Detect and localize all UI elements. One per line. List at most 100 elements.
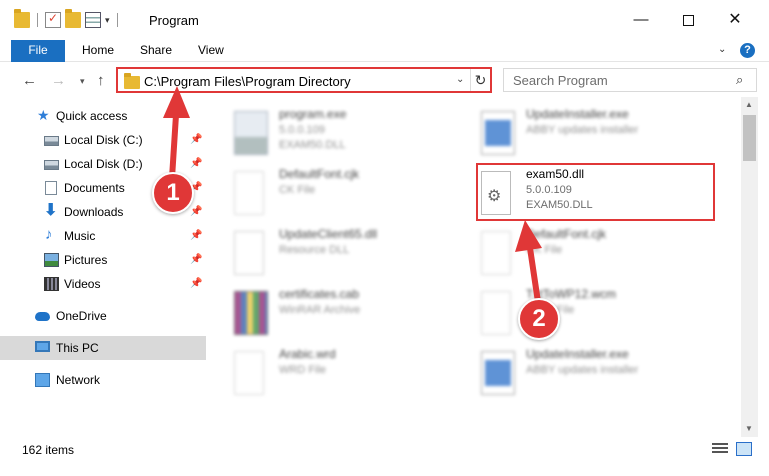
sidebar-item-pictures[interactable]: Pictures 📌 [0, 248, 206, 272]
drive-icon [44, 136, 59, 146]
sidebar-item-label: Videos [64, 277, 101, 291]
sidebar-item-network[interactable]: Network [0, 368, 206, 392]
back-button[interactable]: ← [22, 72, 37, 89]
star-icon: ★ [37, 107, 50, 123]
computer-icon [35, 341, 50, 352]
file-version: 5.0.0.109 [526, 184, 572, 196]
help-icon[interactable]: ? [740, 43, 755, 58]
search-input[interactable]: Search Program ⌕ [503, 68, 757, 92]
file-detail: EXAM50.DLL [279, 139, 346, 151]
sidebar-item-label: Quick access [56, 109, 128, 123]
new-folder-icon[interactable] [65, 9, 81, 28]
file-detail: WinRAR Archive [279, 304, 361, 316]
sidebar-item-music[interactable]: ♪ Music 📌 [0, 224, 206, 248]
sidebar-item-local-disk-c[interactable]: Local Disk (C:) 📌 [0, 128, 206, 152]
file-item[interactable]: UpdateInstaller.exe ABBY updates install… [481, 347, 721, 407]
scroll-thumb[interactable] [743, 115, 756, 161]
network-icon [35, 373, 50, 387]
sidebar-item-quick-access[interactable]: ★ Quick access [0, 104, 206, 128]
sidebar-item-label: Documents [64, 181, 125, 195]
large-icons-view-icon[interactable] [736, 442, 752, 456]
file-item[interactable]: UpdateClient65.dll Resource DLL [234, 227, 474, 287]
blank-file-icon [234, 171, 264, 215]
folder-icon [124, 73, 140, 89]
address-bar[interactable]: C:\Program Files\Program Directory ⌄ ↻ [116, 67, 492, 93]
sidebar-item-videos[interactable]: Videos 📌 [0, 272, 206, 296]
file-item[interactable]: program.exe 5.0.0.109 EXAM50.DLL [234, 107, 474, 167]
search-icon[interactable]: ⌕ [736, 72, 743, 88]
sidebar-item-label: Network [56, 373, 101, 387]
folder-icon[interactable] [14, 9, 30, 28]
divider [37, 13, 38, 27]
file-item-exam50-dll[interactable]: ⚙ exam50.dll 5.0.0.109 EXAM50.DLL [481, 167, 721, 227]
file-item[interactable]: DefaultFont.cjk CK File [234, 167, 474, 227]
window-app-icon [481, 351, 515, 395]
step-2-badge: 2 [518, 298, 560, 340]
expand-ribbon-icon[interactable]: ⌄ [718, 44, 726, 55]
file-name: UpdateInstaller.exe [526, 107, 629, 121]
drive-icon [44, 160, 59, 170]
sidebar-item-this-pc[interactable]: This PC [0, 336, 206, 360]
tab-home[interactable]: Home [68, 40, 128, 62]
file-item[interactable]: Arabic.wrd WRD File [234, 347, 474, 407]
maximize-button[interactable] [673, 8, 703, 32]
pin-icon[interactable]: 📌 [190, 200, 202, 224]
file-name: certificates.cab [279, 287, 360, 301]
file-item[interactable]: certificates.cab WinRAR Archive [234, 287, 474, 347]
file-detail: WRD File [279, 364, 327, 376]
file-item[interactable]: UpdateInstaller.exe ABBY updates install… [481, 107, 721, 167]
file-name: Arabic.wrd [279, 347, 336, 361]
vertical-scrollbar[interactable]: ▲ ▼ [741, 97, 758, 437]
address-path[interactable]: C:\Program Files\Program Directory [144, 74, 351, 89]
divider [116, 13, 118, 27]
pin-icon[interactable]: 📌 [190, 152, 202, 176]
customize-toolbar-dropdown-icon[interactable]: ▾ [105, 15, 110, 26]
file-detail: ABBY updates installer [526, 364, 639, 376]
navigation-bar: ← → ▾ ↑ C:\Program Files\Program Directo… [0, 63, 769, 97]
recent-locations-dropdown-icon[interactable]: ▾ [80, 76, 85, 87]
close-button[interactable]: ✕ [720, 8, 750, 32]
documents-icon [45, 181, 57, 195]
blank-file-icon [481, 231, 511, 275]
minimize-button[interactable]: — [626, 8, 656, 32]
scroll-up-icon[interactable]: ▲ [745, 100, 753, 109]
properties-check-icon[interactable] [45, 11, 61, 28]
refresh-button[interactable]: ↻ [470, 69, 490, 91]
sidebar-item-label: OneDrive [56, 309, 107, 323]
blank-file-icon [481, 291, 511, 335]
ribbon-tabs: File Home Share View ⌄ ? [0, 40, 769, 62]
blank-file-icon [234, 351, 264, 395]
forward-button[interactable]: → [51, 72, 66, 89]
sidebar-item-label: This PC [56, 341, 99, 355]
dll-gear-icon: ⚙ [481, 171, 511, 215]
pin-icon[interactable]: 📌 [190, 272, 202, 296]
step-1-badge: 1 [152, 172, 194, 214]
tab-file[interactable]: File [11, 40, 65, 62]
film-strip-icon [44, 277, 59, 291]
address-dropdown-icon[interactable]: ⌄ [456, 74, 464, 85]
sidebar-item-label: Local Disk (D:) [64, 157, 143, 171]
file-name: UpdateClient65.dll [279, 227, 378, 241]
file-name: program.exe [279, 107, 347, 121]
tab-share[interactable]: Share [126, 40, 186, 62]
details-pane-icon[interactable] [85, 12, 101, 28]
file-item[interactable]: DefaultFont.cjk CK File [481, 227, 721, 287]
file-detail: ABBY updates installer [526, 124, 639, 136]
file-detail: Resource DLL [279, 244, 350, 256]
file-detail: CK File [526, 244, 563, 256]
pin-icon[interactable]: 📌 [190, 248, 202, 272]
scroll-down-icon[interactable]: ▼ [745, 424, 753, 433]
sidebar-item-label: Downloads [64, 205, 124, 219]
pin-icon[interactable]: 📌 [190, 224, 202, 248]
tab-view[interactable]: View [184, 40, 238, 62]
file-item[interactable]: TxtToWP12.wcm WCM File [481, 287, 721, 347]
file-name: DefaultFont.cjk [279, 167, 360, 181]
title-bar: ▾ Program — ✕ [0, 0, 769, 40]
exe-icon [234, 111, 268, 155]
pin-icon[interactable]: 📌 [190, 128, 202, 152]
file-description: EXAM50.DLL [526, 199, 593, 211]
sidebar-item-onedrive[interactable]: OneDrive [0, 304, 206, 328]
up-button[interactable]: ↑ [97, 72, 105, 89]
details-view-icon[interactable] [712, 443, 728, 455]
cloud-icon [35, 312, 50, 321]
